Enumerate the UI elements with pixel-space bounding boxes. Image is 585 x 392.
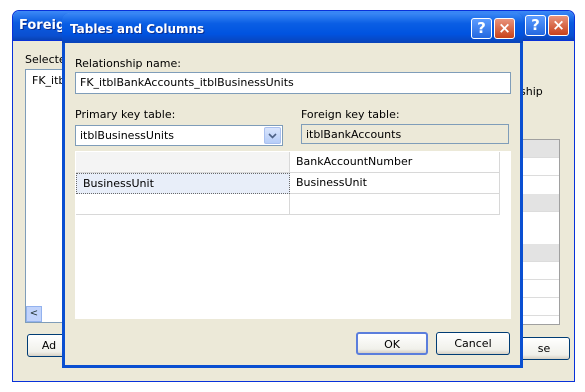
- foreign-column-cell[interactable]: BusinessUnit: [290, 173, 500, 194]
- foreign-key-table-label: Foreign key table:: [301, 108, 400, 121]
- tables-and-columns-dialog: Tables and Columns ? × Relationship name…: [62, 13, 523, 368]
- primary-key-table-value: itblBusinessUnits: [80, 129, 175, 142]
- close-icon[interactable]: ×: [494, 18, 515, 39]
- ok-button[interactable]: OK: [356, 332, 428, 355]
- foreign-key-table-field: itblBankAccounts: [301, 124, 509, 144]
- relationship-name-label: Relationship name:: [75, 57, 181, 70]
- grid-cell: [519, 140, 559, 158]
- background-partial-text: ship: [520, 85, 543, 98]
- scroll-left-icon[interactable]: <: [26, 306, 42, 322]
- grid-cell: [519, 280, 559, 298]
- grid-cell: [519, 262, 559, 280]
- primary-column-cell[interactable]: [76, 194, 290, 215]
- primary-key-table-label: Primary key table:: [75, 108, 176, 121]
- grid-cell: [519, 298, 559, 316]
- cancel-button[interactable]: Cancel: [436, 332, 510, 355]
- table-row: BankAccountNumber: [76, 152, 500, 173]
- dialog-title: Tables and Columns: [70, 22, 205, 36]
- help-icon[interactable]: ?: [471, 18, 492, 39]
- foreign-column-cell[interactable]: [290, 194, 500, 215]
- table-row: BusinessUnit BusinessUnit: [76, 173, 500, 194]
- foreign-column-cell[interactable]: BankAccountNumber: [290, 152, 500, 173]
- grid-cell: [519, 244, 559, 262]
- primary-key-table-select[interactable]: itblBusinessUnits: [75, 125, 283, 146]
- primary-column-cell[interactable]: [76, 152, 290, 173]
- column-mapping-grid[interactable]: BankAccountNumber BusinessUnit BusinessU…: [75, 151, 511, 319]
- chevron-down-icon[interactable]: [264, 127, 281, 144]
- grid-cell: [519, 194, 559, 212]
- properties-grid[interactable]: [518, 139, 560, 325]
- primary-column-cell[interactable]: BusinessUnit: [76, 173, 290, 194]
- dialog-title-bar[interactable]: Tables and Columns ? ×: [62, 13, 523, 43]
- background-help-icon[interactable]: ?: [525, 15, 546, 36]
- relationship-name-input[interactable]: FK_itblBankAccounts_itblBusinessUnits: [75, 72, 511, 94]
- background-close-icon[interactable]: ×: [548, 15, 569, 36]
- close-button[interactable]: se: [518, 337, 570, 360]
- table-row: [76, 194, 500, 215]
- grid-cell: [519, 158, 559, 176]
